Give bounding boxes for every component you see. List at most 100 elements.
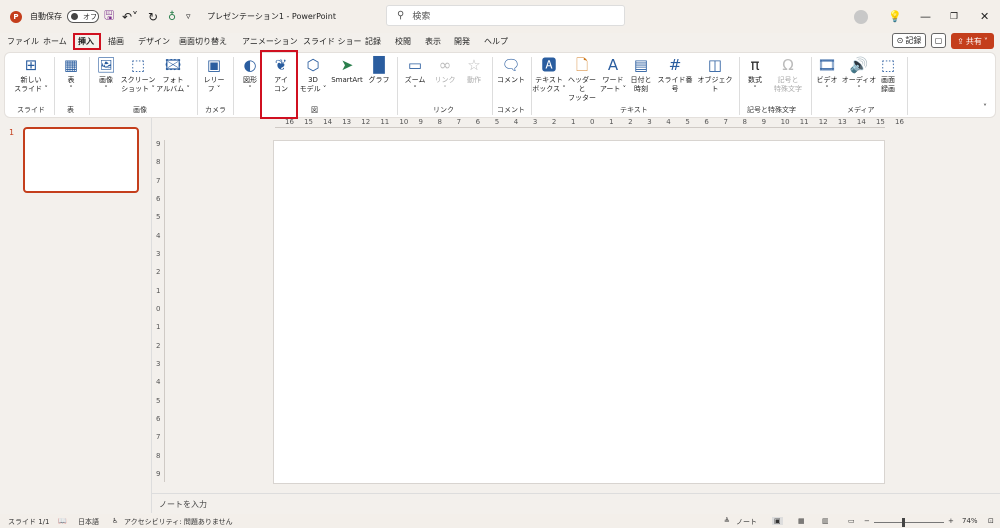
- zoom-slider[interactable]: [874, 522, 944, 523]
- ruler-tick-label: 14: [856, 118, 866, 126]
- present-icon[interactable]: ♁: [168, 0, 176, 33]
- tab-draw[interactable]: 描画: [108, 35, 124, 48]
- new-slide-button[interactable]: ⊞ 新しい スライド ˅: [13, 56, 49, 94]
- tab-review[interactable]: 校閲: [395, 35, 411, 48]
- slide-canvas[interactable]: [273, 140, 885, 484]
- notes-toggle-label[interactable]: ノート: [736, 517, 757, 527]
- wordart-icon: A: [607, 56, 619, 74]
- powerpoint-logo: P: [9, 0, 23, 33]
- table-icon: ▦: [63, 56, 79, 74]
- group-label-comments: コメント: [497, 106, 525, 114]
- autosave-label: 自動保存: [30, 12, 62, 21]
- textbox-button[interactable]: 🅰 テキスト ボックス ˅: [531, 56, 567, 94]
- slide-number-button[interactable]: # スライド番号: [655, 56, 695, 94]
- zoom-button[interactable]: ▭ ズーム ˅: [401, 56, 429, 94]
- ruler-tick-label: 4: [156, 378, 161, 387]
- video-button[interactable]: 🎞 ビデオ ˅: [813, 56, 841, 94]
- tab-slideshow[interactable]: スライド ショー: [303, 35, 362, 48]
- tab-record[interactable]: 記録: [365, 35, 381, 48]
- divider: [197, 57, 198, 115]
- notes-input[interactable]: ノートを入力: [152, 493, 1000, 512]
- chart-button[interactable]: ▐▌ グラフ: [367, 56, 391, 85]
- link-button[interactable]: ∞ リンク ˅: [431, 56, 459, 94]
- slide-thumbnail[interactable]: [23, 127, 139, 193]
- language-label[interactable]: 日本語: [78, 517, 99, 527]
- image-button[interactable]: 🖼 画像 ˅: [95, 56, 117, 94]
- customize-icon[interactable]: ▿: [186, 0, 191, 33]
- link-icon: ∞: [438, 56, 452, 74]
- maximize-icon[interactable]: ❐: [950, 0, 958, 33]
- screen-recording-button[interactable]: ⬚ 画面 録画: [875, 56, 901, 94]
- ribbon-collapse-icon[interactable]: ˅: [983, 103, 987, 112]
- status-bar: スライド 1/1 📖 日本語 ♿ アクセシビリティ: 問題ありません ≜ ノート…: [0, 514, 1000, 528]
- accessibility-icon[interactable]: ♿: [112, 517, 118, 525]
- zoom-out-icon[interactable]: −: [864, 517, 870, 525]
- lightbulb-icon[interactable]: 💡: [888, 0, 902, 33]
- fit-to-window-icon[interactable]: ⊡: [988, 517, 994, 525]
- ruler-tick-label: 10: [780, 118, 790, 126]
- tab-developer[interactable]: 開発: [454, 35, 470, 48]
- ruler-tick-label: 6: [156, 415, 161, 423]
- minimize-icon[interactable]: —: [920, 0, 931, 33]
- tab-help[interactable]: ヘルプ: [484, 35, 508, 48]
- horizontal-ruler-line: [275, 127, 885, 128]
- spellcheck-icon[interactable]: 📖: [58, 517, 67, 525]
- highlight-box-insert-tab: [73, 33, 101, 50]
- tab-transitions[interactable]: 画面切り替え: [179, 35, 227, 48]
- tab-design[interactable]: デザイン: [138, 35, 170, 48]
- slide-sorter-icon[interactable]: ▦: [798, 517, 805, 525]
- screenshot-button[interactable]: ⬚ スクリーン ショット ˅: [119, 56, 157, 94]
- autosave-toggle[interactable]: オフ: [67, 0, 99, 33]
- ruler-tick-label: 2: [156, 341, 161, 350]
- redo-icon[interactable]: ↻: [148, 0, 158, 33]
- zoom-slider-thumb[interactable]: [902, 518, 905, 527]
- wordart-button[interactable]: A ワード アート ˅: [597, 56, 629, 94]
- object-button[interactable]: ◫ オブジェクト: [695, 56, 735, 94]
- ruler-tick-label: 7: [456, 118, 462, 126]
- shapes-button[interactable]: ◐ 図形 ˅: [239, 56, 261, 94]
- smartart-button[interactable]: ➤ SmartArt: [327, 56, 367, 85]
- comments-button[interactable]: ▢: [931, 33, 946, 48]
- ruler-tick-label: 4: [513, 118, 519, 126]
- zoom-in-icon[interactable]: +: [948, 517, 954, 525]
- notes-toggle-icon[interactable]: ≜: [724, 517, 730, 525]
- reading-view-icon[interactable]: ▥: [822, 517, 829, 525]
- hash-icon: #: [668, 56, 682, 74]
- share-button[interactable]: ⇪ 共有 ˅: [951, 33, 994, 49]
- ruler-tick-label: 3: [156, 360, 161, 368]
- search-input[interactable]: ⚲ 検索: [386, 5, 625, 26]
- record-button[interactable]: ⊙ 記録: [892, 33, 926, 48]
- action-button[interactable]: ☆ 動作: [461, 56, 487, 85]
- save-icon[interactable]: 🖫: [104, 0, 114, 33]
- highlight-box-icons-button: [260, 50, 298, 119]
- divider: [54, 57, 55, 115]
- equation-button[interactable]: π 数式 ˅: [741, 56, 769, 94]
- zoom-level[interactable]: 74%: [962, 517, 978, 525]
- table-button[interactable]: ▦ 表 ˅: [59, 56, 83, 94]
- vertical-ruler[interactable]: 9 8 7 6 5 4 3 2 1 0 1 2 3 4 5 6 7 8 9: [154, 140, 164, 482]
- normal-view-icon[interactable]: ▣: [772, 517, 783, 525]
- audio-button[interactable]: 🔊 オーディオ ˅: [841, 56, 877, 94]
- undo-icon[interactable]: ↶˅: [122, 0, 138, 33]
- pane-divider[interactable]: [151, 118, 152, 513]
- comment-button[interactable]: 🗨 コメント: [494, 56, 528, 85]
- tab-view[interactable]: 表示: [425, 35, 441, 48]
- 3d-models-button[interactable]: ⬡ 3D モデル ˅: [297, 56, 329, 94]
- close-icon[interactable]: ✕: [980, 0, 989, 33]
- new-slide-icon: ⊞: [24, 56, 38, 74]
- header-footer-button[interactable]: 🗋 ヘッダーと フッター: [565, 56, 599, 103]
- ruler-tick-label: 14: [323, 118, 333, 126]
- avatar[interactable]: [854, 0, 868, 33]
- photo-album-button[interactable]: 🖾 フォト アルバム ˅: [155, 56, 191, 94]
- slide-count: スライド 1/1: [8, 518, 50, 526]
- symbol-button[interactable]: Ω 記号と 特殊文字: [769, 56, 807, 94]
- cube-icon: ⬡: [306, 56, 320, 74]
- ruler-tick-label: 5: [685, 118, 690, 126]
- tab-animations[interactable]: アニメーション: [242, 35, 298, 48]
- tab-file[interactable]: ファイル: [7, 35, 39, 48]
- tab-home[interactable]: ホーム: [43, 35, 67, 48]
- cameo-button[interactable]: ▣ レリー フ ˅: [201, 56, 227, 94]
- slideshow-view-icon[interactable]: ▭: [848, 517, 855, 525]
- datetime-button[interactable]: ▤ 日付と 時刻: [627, 56, 655, 94]
- accessibility-status[interactable]: アクセシビリティ: 問題ありません: [124, 517, 233, 527]
